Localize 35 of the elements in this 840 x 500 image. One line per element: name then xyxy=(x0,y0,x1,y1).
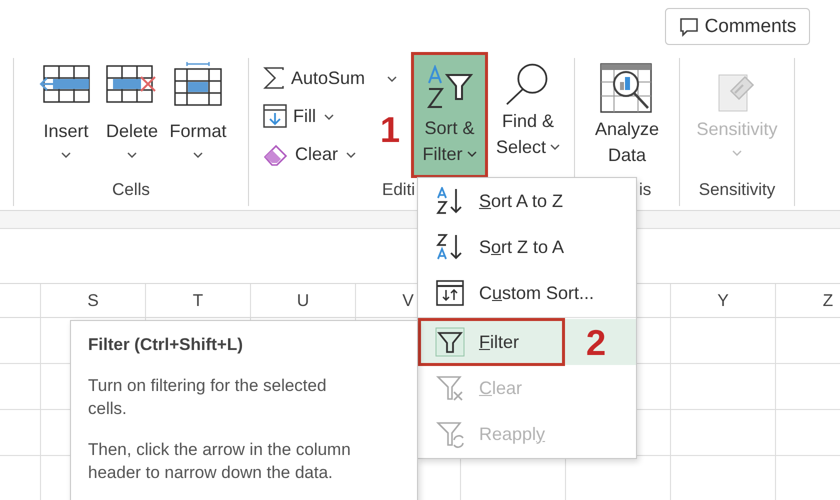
sort-filter-button[interactable]: Sort & Filter xyxy=(411,52,488,178)
analyze-data-icon xyxy=(600,62,654,114)
column-header[interactable]: T xyxy=(145,284,250,317)
ribbon-button[interactable]: AutoSum xyxy=(263,62,411,94)
tooltip-title: Filter (Ctrl+Shift+L) xyxy=(88,334,243,356)
step-number: 2 xyxy=(586,325,606,361)
sort-filter-icon xyxy=(424,65,474,109)
find-select-button[interactable]: Find & Select xyxy=(488,52,568,164)
sum-icon xyxy=(263,66,285,90)
fill-down-icon xyxy=(263,104,287,128)
column-header[interactable]: S xyxy=(40,284,145,317)
eraser-icon xyxy=(263,142,289,166)
ribbon-button[interactable]: Delete xyxy=(100,52,164,162)
filter-icon xyxy=(435,327,465,357)
column-header[interactable]: Y xyxy=(670,284,775,317)
group-label: Cells xyxy=(112,180,150,200)
analyze-data-button[interactable]: Analyze Data xyxy=(592,52,662,172)
custom-sort-icon xyxy=(435,279,465,307)
tooltip-text: Turn on filtering for the selected cells. xyxy=(88,375,328,420)
clear-filter-icon xyxy=(435,373,465,403)
tooltip-text: Then, click the arrow in the column header to narrow down the data. xyxy=(88,439,352,484)
ribbon-button[interactable]: Format xyxy=(166,52,230,162)
ribbon-button[interactable]: Insert xyxy=(34,52,98,162)
column-header[interactable]: Z xyxy=(775,284,840,317)
menu-item[interactable]: Sort Z to A xyxy=(418,224,636,270)
group-label: Sensitivity xyxy=(698,180,776,200)
group-label: Editi xyxy=(382,180,416,200)
menu-item[interactable]: Sort A to Z xyxy=(418,178,636,224)
reapply-filter-icon xyxy=(435,419,465,449)
step-number: 1 xyxy=(380,112,400,148)
column-header[interactable]: U xyxy=(250,284,355,317)
menu-item[interactable]: Filter 2 xyxy=(418,319,636,365)
comments-button[interactable]: Comments xyxy=(665,8,810,45)
comment-icon xyxy=(678,16,699,36)
group-label: is xyxy=(639,180,652,200)
